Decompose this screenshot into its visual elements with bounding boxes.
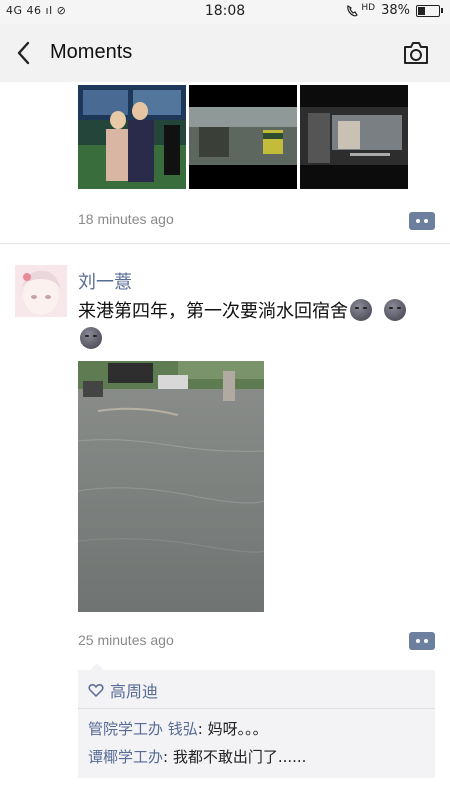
comments-box: 高周迪 管院学工办 钱弘: 妈呀。。。 谭椰学工办: 我都不敢出门了......: [78, 663, 435, 778]
post-photo[interactable]: [78, 361, 264, 612]
moon-face-icon: [350, 299, 372, 321]
app-header: Moments: [0, 24, 450, 82]
battery-icon: [416, 4, 443, 17]
page-title: Moments: [50, 41, 133, 63]
comment-author[interactable]: 管院学工办 钱弘: [88, 720, 198, 738]
post-image-1[interactable]: [78, 85, 186, 189]
avatar[interactable]: [15, 265, 67, 317]
post-image-2[interactable]: [189, 85, 297, 189]
post-image-3[interactable]: [300, 85, 408, 189]
call-hd-icon: [347, 4, 359, 16]
post-author[interactable]: 刘一薏: [78, 268, 132, 294]
comment-text: : 我都不敢出门了......: [163, 748, 307, 766]
comment-item[interactable]: 管院学工办 钱弘: 妈呀。。。: [88, 718, 268, 739]
likes-row: 高周迪: [88, 678, 158, 702]
more-comment-button[interactable]: [409, 212, 435, 230]
liker-name[interactable]: 高周迪: [110, 678, 158, 702]
comments-divider: [78, 708, 435, 709]
moon-face-icon: [384, 299, 406, 321]
post-text-content: 来港第四年，第一次要淌水回宿舍: [78, 301, 348, 322]
post-divider: [0, 243, 450, 244]
dot-icon: [424, 219, 428, 223]
dot-icon: [416, 219, 420, 223]
hd-label: HD: [361, 2, 376, 13]
comment-author[interactable]: 谭椰学工办: [88, 748, 163, 766]
battery-percent: 38%: [381, 3, 410, 18]
status-right: HD 38%: [345, 2, 443, 18]
status-bar: 4G 46 ıl ⊘ 18:08 HD 38%: [0, 0, 450, 24]
camera-icon[interactable]: [402, 40, 430, 66]
post-timestamp: 25 minutes ago: [78, 632, 174, 648]
dot-icon: [416, 639, 420, 643]
post-text: 来港第四年，第一次要淌水回宿舍: [78, 298, 438, 354]
battery-fill: [418, 6, 425, 15]
comment-text: : 妈呀。。。: [197, 720, 268, 738]
post-timestamp: 18 minutes ago: [78, 211, 174, 227]
moon-face-icon: [80, 327, 102, 349]
more-comment-button[interactable]: [409, 632, 435, 650]
back-arrow-icon[interactable]: [10, 38, 38, 68]
heart-icon: [88, 683, 104, 697]
dot-icon: [424, 639, 428, 643]
comment-item[interactable]: 谭椰学工办: 我都不敢出门了......: [88, 746, 306, 767]
